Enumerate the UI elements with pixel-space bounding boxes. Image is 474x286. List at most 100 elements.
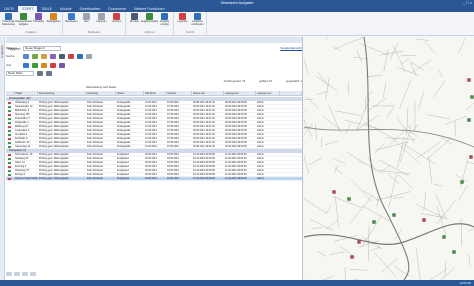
- cell-6: 07.05.2011: [167, 137, 179, 140]
- cell-2: Prüfung gem. Wartungsplan: [39, 105, 69, 108]
- ribbon-button-0-0[interactable]: Hinterlegte Dokumente: [2, 13, 15, 26]
- clear-filter-icon[interactable]: [68, 53, 74, 59]
- table-row[interactable]: Westend Stadt Straße 9aPrüfung gem. Wart…: [6, 177, 302, 181]
- row-status-icons: [6, 125, 14, 128]
- ribbon-button-2-2[interactable]: Aufgabe erledigt: [158, 13, 171, 26]
- cell-10: [280, 125, 302, 128]
- cell-7: 15.12.2014 09:00:00: [193, 169, 215, 172]
- add-icon[interactable]: [77, 53, 83, 59]
- cell-7: 02.05.2011 16:01:04: [193, 129, 215, 132]
- cell-7: 15.12.2014 09:00:00: [193, 153, 215, 156]
- filter-icon[interactable]: [23, 53, 29, 59]
- cell-7: 15.12.2014 09:00:00: [193, 165, 215, 168]
- column-header-3[interactable]: Zuständig: [86, 91, 116, 95]
- cell-5: 30.03.2011: [145, 169, 157, 172]
- cell-6: 07.05.2011: [167, 105, 179, 108]
- task-filter-select[interactable]: Nach Filter: [6, 70, 34, 76]
- street-map[interactable]: [304, 37, 474, 280]
- sort-icon[interactable]: [41, 53, 47, 59]
- column-header-1[interactable]: Objekt: [14, 91, 38, 95]
- cell-7: 02.05.2011 16:01:04: [193, 141, 215, 144]
- ribbon-button-0-3[interactable]: Teilaufgaben: [46, 13, 61, 26]
- status-flag-icon: [8, 109, 11, 112]
- ribbon-button-label: Übergeordnete Aufgabe: [15, 20, 32, 26]
- column-header-7[interactable]: Status seit: [192, 91, 224, 95]
- cell-5: 31.03.2011: [145, 141, 157, 144]
- status-flag-icon: [8, 145, 11, 148]
- filter-apply-icon[interactable]: [37, 70, 43, 76]
- ribbon-button-1-1[interactable]: Neu: [80, 13, 93, 23]
- cell-3: Frau Schlosser: [87, 121, 104, 124]
- group-icon[interactable]: [32, 53, 38, 59]
- cell-6: 15.05.2011: [167, 169, 179, 172]
- cell-1: Westend Stadt Straße 9a: [15, 177, 38, 180]
- column-header-10[interactable]: [280, 91, 302, 95]
- next-page-button[interactable]: [22, 272, 28, 276]
- cell-5: 31.03.2011: [145, 117, 157, 120]
- column-header-9[interactable]: angelegt von: [256, 91, 280, 95]
- columns-icon[interactable]: [50, 53, 56, 59]
- cell-7: 02.05.2011 16:01:04: [193, 125, 215, 128]
- map-view[interactable]: [304, 37, 474, 280]
- ribbon-button-3-1[interactable]: Aufgaben einblenden: [191, 13, 204, 26]
- column-header-6[interactable]: Ist-Ende: [166, 91, 192, 95]
- cell-9: Admin: [257, 161, 264, 164]
- cell-8: 11.02.2011 09:00:00: [225, 157, 247, 160]
- side-tab-aufgaben[interactable]: Aufgaben: [0, 37, 5, 280]
- task-panel: Aufgaben Rapport Rapport Neuer Rapport S…: [0, 37, 303, 280]
- ribbon-button-label: Aufgaben einblenden: [191, 20, 204, 26]
- column-header-0[interactable]: [6, 91, 14, 95]
- cell-8: 02.03.2011 09:00:00: [225, 129, 247, 132]
- ribbon-button-3-0[interactable]: Legende: [176, 13, 189, 26]
- rapport-field[interactable]: Neuer Rapport: [23, 45, 61, 51]
- view-chart-icon[interactable]: [59, 62, 65, 68]
- cell-1: Am Markt 2: [15, 133, 28, 136]
- up-icon: [20, 13, 27, 20]
- view-map-icon[interactable]: [32, 62, 38, 68]
- cell-1: Domring 3: [15, 165, 27, 168]
- view-alert-icon[interactable]: [50, 62, 56, 68]
- column-header-2[interactable]: Beschreibung: [38, 91, 86, 95]
- map-marker-icon: [347, 197, 351, 201]
- more-icon[interactable]: [86, 53, 92, 59]
- ribbon-button-1-2[interactable]: Kopieren: [95, 13, 108, 23]
- last-page-button[interactable]: [30, 272, 36, 276]
- column-header-4[interactable]: Status: [116, 91, 144, 95]
- cell-8: 02.03.2011 09:00:00: [225, 113, 247, 116]
- ribbon-button-2-0[interactable]: Drucken: [128, 13, 141, 26]
- cell-5: 30.03.2011: [145, 161, 157, 164]
- status-flag-icon: [8, 161, 11, 164]
- map-marker-icon: [470, 95, 474, 99]
- ribbon-button-0-2[interactable]: Ticketliste: [32, 13, 45, 26]
- check-icon: [161, 13, 168, 20]
- cell-4: Zustiegstelle: [117, 109, 131, 112]
- cell-7: 02.05.2011 16:01:04: [193, 133, 215, 136]
- view-toolbar: Ans: [6, 62, 302, 68]
- ribbon-button-0-1[interactable]: Übergeordnete Aufgabe: [15, 13, 32, 26]
- map-marker-icon: [442, 235, 446, 239]
- cell-6: 15.05.2011: [167, 165, 179, 168]
- map-marker-icon: [460, 180, 464, 184]
- status-flag-icon: [8, 141, 11, 144]
- prev-page-button[interactable]: [14, 272, 20, 276]
- cell-8: 11.02.2011 09:00:00: [225, 177, 247, 180]
- filter-reset-icon[interactable]: [46, 70, 52, 76]
- view-calendar-icon[interactable]: [41, 62, 47, 68]
- ribbon-button-1-3[interactable]: Löschen: [110, 13, 123, 23]
- cell-4: Festgebaut: [117, 169, 129, 172]
- ribbon-button-2-1[interactable]: Aufgabenstatus: [141, 13, 158, 26]
- standard-view-link[interactable]: Standardansicht: [280, 46, 302, 50]
- cell-2: Prüfung gem. Wartungsplan: [39, 141, 69, 144]
- cell-4: Zustiegstelle: [117, 133, 131, 136]
- cell-6: 07.05.2011: [167, 129, 179, 132]
- column-header-5[interactable]: Soll-Ende: [144, 91, 166, 95]
- first-page-button[interactable]: [6, 272, 12, 276]
- column-header-8[interactable]: angelegt am: [224, 91, 256, 95]
- export-icon[interactable]: [59, 53, 65, 59]
- ribbon-button-1-0[interactable]: Bearbeiten: [65, 13, 78, 23]
- view-list-icon[interactable]: [23, 62, 29, 68]
- cell-2: Prüfung gem. Wartungsplan: [39, 113, 69, 116]
- status-time: 14:00:00: [459, 281, 471, 285]
- status-flag-icon: [8, 121, 11, 124]
- cell-10: [280, 153, 302, 156]
